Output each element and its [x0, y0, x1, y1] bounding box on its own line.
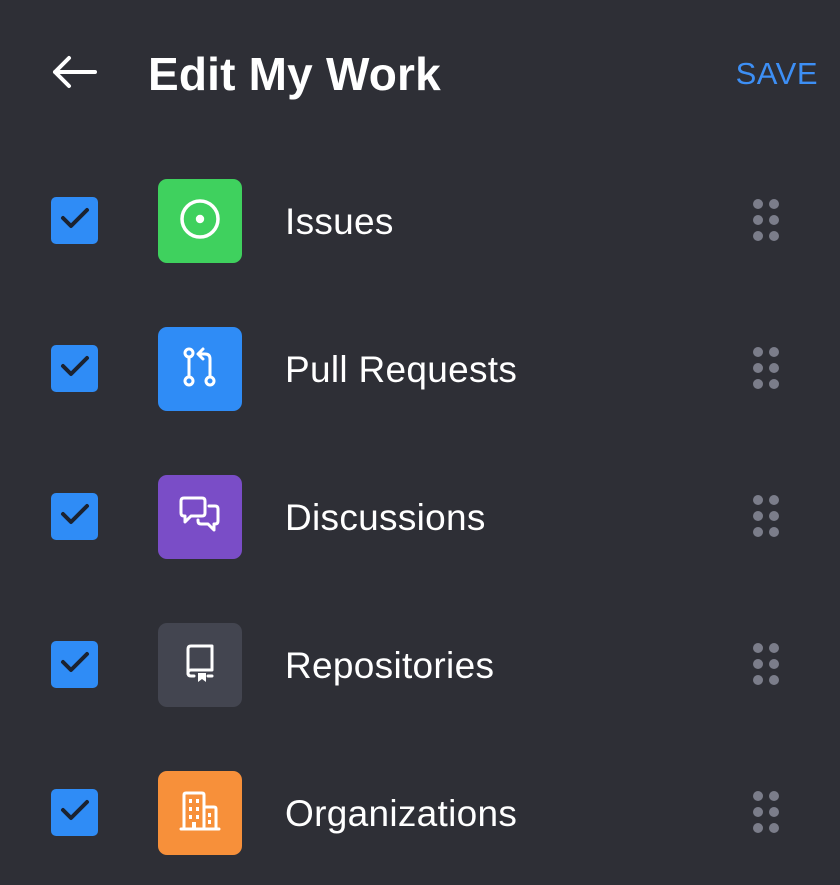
drag-handle[interactable] [745, 342, 787, 398]
drag-handle[interactable] [745, 638, 787, 694]
checkmark-icon [60, 354, 90, 383]
drag-handle[interactable] [745, 194, 787, 250]
drag-handle-icon [751, 642, 781, 691]
drag-handle[interactable] [745, 490, 787, 546]
organization-icon [178, 789, 222, 838]
checkbox-organizations[interactable] [51, 789, 98, 836]
drag-handle-icon [751, 198, 781, 247]
organizations-tile [158, 771, 242, 855]
drag-handle[interactable] [745, 786, 787, 842]
item-label: Pull Requests [285, 349, 518, 390]
checkbox-discussions[interactable] [51, 493, 98, 540]
repo-icon [178, 641, 222, 690]
pull-requests-tile [158, 327, 242, 411]
issues-tile [158, 179, 242, 263]
list-item-discussions[interactable]: Discussions [0, 444, 840, 592]
item-label: Issues [285, 201, 394, 242]
list-item-issues[interactable]: Issues [0, 148, 840, 296]
edit-my-work-screen: Edit My Work SAVE Issues Pull Requests D… [0, 0, 840, 885]
item-label: Discussions [285, 497, 486, 538]
page-title: Edit My Work [148, 48, 441, 100]
header: Edit My Work SAVE [0, 0, 840, 150]
item-label: Organizations [285, 793, 518, 834]
checkmark-icon [60, 798, 90, 827]
drag-handle-icon [751, 346, 781, 395]
arrow-left-icon [51, 55, 97, 94]
checkmark-icon [60, 650, 90, 679]
discussions-tile [158, 475, 242, 559]
work-sections-list: Issues Pull Requests Discussions Reposit… [0, 148, 840, 885]
checkmark-icon [60, 206, 90, 235]
list-item-pull-requests[interactable]: Pull Requests [0, 296, 840, 444]
back-button[interactable] [48, 50, 100, 98]
checkbox-repositories[interactable] [51, 641, 98, 688]
list-item-repositories[interactable]: Repositories [0, 592, 840, 740]
discussions-icon [177, 493, 223, 542]
drag-handle-icon [751, 790, 781, 839]
issue-opened-icon [178, 197, 222, 246]
checkmark-icon [60, 502, 90, 531]
repositories-tile [158, 623, 242, 707]
save-button[interactable]: SAVE [736, 54, 818, 94]
checkbox-issues[interactable] [51, 197, 98, 244]
pull-request-icon [178, 345, 222, 394]
list-item-organizations[interactable]: Organizations [0, 740, 840, 885]
item-label: Repositories [285, 645, 495, 686]
checkbox-pull-requests[interactable] [51, 345, 98, 392]
drag-handle-icon [751, 494, 781, 543]
